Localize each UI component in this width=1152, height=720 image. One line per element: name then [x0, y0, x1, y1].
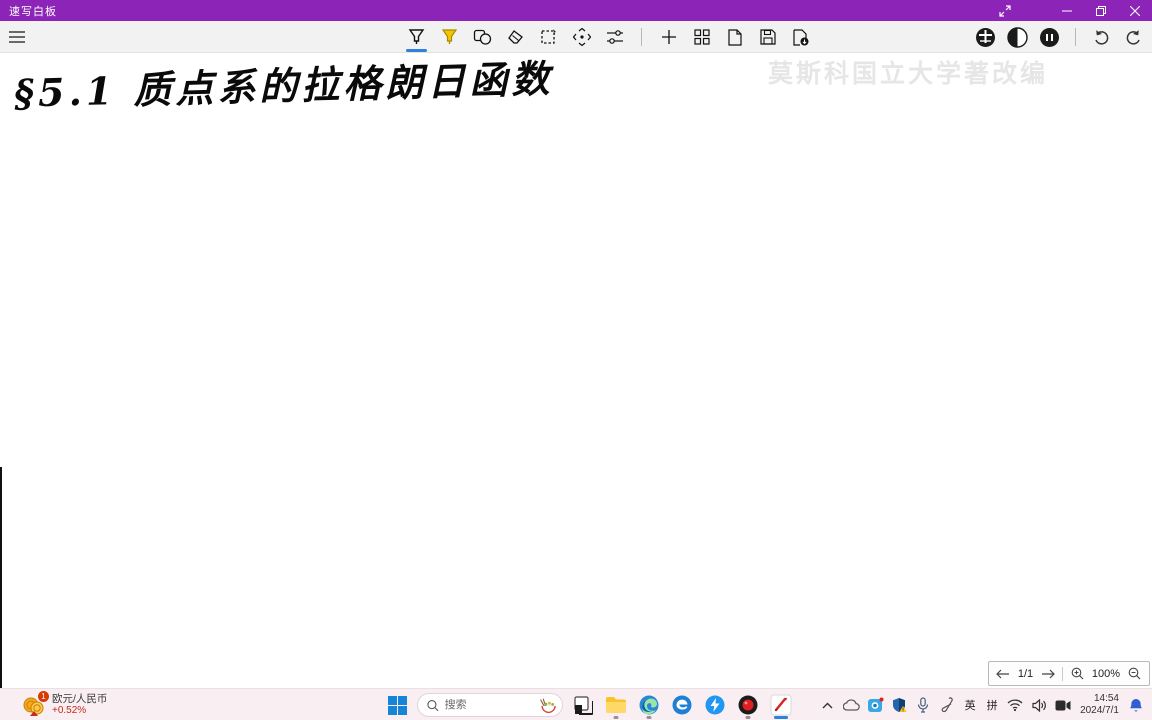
save-icon[interactable]	[755, 24, 780, 50]
taskbar-center	[384, 689, 794, 720]
add-icon[interactable]	[656, 24, 681, 50]
ime-english-indicator[interactable]: 英	[961, 697, 979, 713]
currency-change-value: +0.52%	[52, 705, 87, 717]
start-button[interactable]	[384, 692, 410, 718]
system-tray: 英 拼 14:54 2024/7/1	[817, 689, 1146, 720]
ime-pinyin-indicator[interactable]: 拼	[983, 697, 1001, 713]
page-navigation: 1/1 100%	[988, 661, 1150, 686]
screen-recorder-button[interactable]	[735, 692, 761, 719]
fullscreen-icon[interactable]	[988, 0, 1022, 21]
file-explorer-button[interactable]	[603, 692, 629, 719]
hidden-icons-chevron[interactable]	[817, 693, 837, 717]
redo-icon[interactable]	[1121, 24, 1146, 50]
task-view-button[interactable]	[570, 692, 596, 718]
search-icon	[427, 699, 439, 711]
running-indicator	[646, 716, 652, 719]
speaker-icon[interactable]	[1029, 693, 1049, 717]
zoom-out-button[interactable]	[1125, 664, 1145, 684]
time-label: 14:54	[1093, 693, 1119, 704]
toolbar-divider	[641, 28, 642, 46]
highlighter-tool-icon[interactable]	[437, 24, 462, 50]
currency-widget-icon: 1	[22, 691, 49, 717]
export-icon[interactable]	[788, 24, 813, 50]
toolbar-divider	[1075, 28, 1076, 46]
new-page-icon[interactable]	[722, 24, 747, 50]
prev-page-button[interactable]	[993, 664, 1013, 684]
capture-app-icon[interactable]	[865, 693, 885, 717]
undo-icon[interactable]	[1089, 24, 1114, 50]
minimize-button[interactable]	[1050, 0, 1084, 21]
page-indicator: 1/1	[1017, 667, 1034, 680]
widget-badge: 1	[38, 691, 49, 702]
restore-button[interactable]	[1084, 0, 1118, 21]
notification-bell-icon[interactable]	[1126, 693, 1146, 717]
next-page-button[interactable]	[1038, 664, 1058, 684]
eraser-tool-icon[interactable]	[503, 24, 528, 50]
video-camera-icon[interactable]	[1053, 693, 1073, 717]
taskbar: 1 欧元/人民币 +0.52% 搜索 英 拼 14:54 2024/7/1	[0, 688, 1152, 720]
currency-pair-label: 欧元/人民币	[52, 693, 108, 706]
menu-icon[interactable]	[0, 21, 34, 52]
trend-up-icon	[30, 711, 38, 716]
globe-toggle-icon[interactable]	[973, 24, 998, 50]
microphone-icon[interactable]	[913, 693, 933, 717]
page-nav-divider	[1062, 666, 1064, 681]
move-tool-icon[interactable]	[569, 24, 594, 50]
zoom-level: 100%	[1091, 667, 1121, 680]
pause-icon[interactable]	[1037, 24, 1062, 50]
search-highlight-icon	[539, 698, 556, 714]
wifi-icon[interactable]	[1005, 693, 1025, 717]
close-button[interactable]	[1118, 0, 1152, 21]
toolbar: 莫斯科国立大学著改编	[0, 21, 1152, 88]
active-indicator	[774, 716, 788, 719]
tool-group	[404, 21, 813, 53]
whiteboard-app-button[interactable]	[768, 692, 794, 719]
lightning-app-button[interactable]	[702, 692, 728, 718]
pen-tool-icon[interactable]	[404, 24, 429, 52]
security-shield-icon[interactable]	[889, 693, 909, 717]
zoom-in-button[interactable]	[1067, 664, 1087, 684]
clock[interactable]: 14:54 2024/7/1	[1080, 693, 1119, 717]
widgets-button[interactable]: 1 欧元/人民币 +0.52%	[22, 689, 107, 720]
search-input[interactable]	[444, 699, 531, 711]
shapes-tool-icon[interactable]	[470, 24, 495, 50]
stylus-icon[interactable]	[937, 693, 957, 717]
date-label: 2024/7/1	[1080, 705, 1119, 716]
contrast-toggle-icon[interactable]	[1005, 24, 1030, 50]
select-tool-icon[interactable]	[536, 24, 561, 50]
titlebar: 速写白板	[0, 0, 1152, 21]
edge-button[interactable]	[636, 692, 662, 719]
running-indicator	[613, 716, 619, 719]
e-browser-button[interactable]	[669, 692, 695, 718]
running-indicator	[745, 716, 751, 719]
handwritten-title: §5.1 质点系的拉格朗日函数	[13, 55, 554, 116]
taskbar-search[interactable]	[417, 693, 563, 717]
left-edge-stroke	[0, 467, 2, 688]
window-title: 速写白板	[9, 5, 57, 18]
toolbar-right-group	[973, 21, 1146, 53]
adjust-tool-icon[interactable]	[602, 24, 627, 50]
board-grid-icon[interactable]	[689, 24, 714, 50]
onedrive-icon[interactable]	[841, 693, 861, 717]
whiteboard-canvas[interactable]: §5.1 质点系的拉格朗日函数 1/1 100%	[0, 53, 1152, 688]
